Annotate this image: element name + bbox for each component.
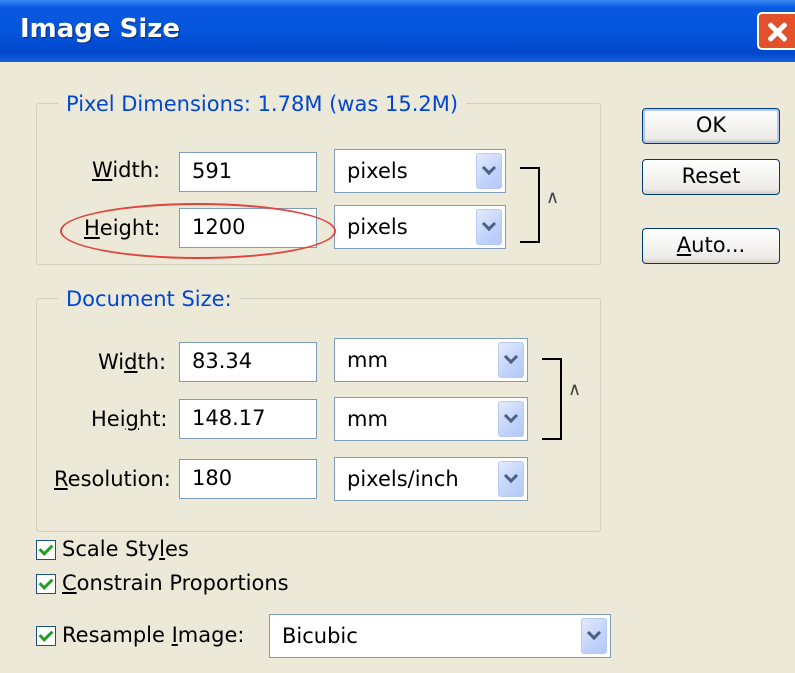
doc-height-label: Height: [91, 407, 168, 431]
resolution-unit-select[interactable]: pixels/inch [334, 457, 528, 501]
reset-button[interactable]: Reset [642, 159, 780, 195]
chevron-down-icon[interactable] [476, 153, 502, 189]
document-link-bracket [542, 358, 562, 440]
pixel-height-unit-select[interactable]: pixels [334, 205, 506, 249]
highlight-ellipse [60, 203, 336, 259]
image-size-dialog: Pixel Dimensions: 1.78M (was 15.2M) Widt… [0, 62, 795, 673]
resample-method-value: Bicubic [282, 624, 358, 648]
ok-button[interactable]: OK [642, 108, 780, 144]
resample-image-checkbox[interactable] [36, 626, 56, 646]
doc-width-unit-value: mm [347, 348, 388, 372]
resample-method-select[interactable]: Bicubic [269, 614, 611, 658]
resolution-unit-value: pixels/inch [347, 467, 459, 491]
doc-width-input[interactable]: 83.34 [179, 342, 317, 382]
pixel-link-bracket [520, 167, 540, 243]
pixel-width-label: Width: [92, 158, 161, 182]
chevron-down-icon[interactable] [581, 618, 607, 654]
pixel-dimensions-legend: Pixel Dimensions: 1.78M (was 15.2M) [58, 92, 467, 116]
title-bar: Image Size [0, 0, 795, 62]
pixel-width-input[interactable]: 591 [179, 152, 317, 192]
resolution-label: Resolution: [54, 467, 171, 491]
scale-styles-checkbox[interactable] [36, 540, 56, 560]
chevron-down-icon[interactable] [476, 209, 502, 245]
scale-styles-label[interactable]: Scale Styles [62, 537, 189, 561]
pixel-width-unit-select[interactable]: pixels [334, 149, 506, 193]
pixel-height-unit-value: pixels [347, 215, 408, 239]
chevron-down-icon[interactable] [498, 401, 524, 437]
close-icon[interactable] [757, 12, 795, 50]
doc-width-label: Width: [98, 350, 167, 374]
constrain-proportions-label[interactable]: Constrain Proportions [62, 571, 289, 595]
pixel-width-unit-value: pixels [347, 159, 408, 183]
resample-image-label[interactable]: Resample Image: [62, 623, 244, 647]
constrain-proportions-checkbox[interactable] [36, 574, 56, 594]
doc-height-unit-value: mm [347, 407, 388, 431]
chevron-down-icon[interactable] [498, 342, 524, 378]
chain-link-icon: ∧ [546, 187, 560, 208]
chain-link-icon: ∧ [568, 379, 582, 400]
auto-button[interactable]: Auto... [642, 228, 780, 264]
resolution-input[interactable]: 180 [179, 459, 317, 499]
document-size-legend: Document Size: [58, 287, 240, 311]
doc-width-unit-select[interactable]: mm [334, 338, 528, 382]
doc-height-unit-select[interactable]: mm [334, 397, 528, 441]
window-title: Image Size [20, 14, 181, 44]
chevron-down-icon[interactable] [498, 461, 524, 497]
doc-height-input[interactable]: 148.17 [179, 399, 317, 439]
